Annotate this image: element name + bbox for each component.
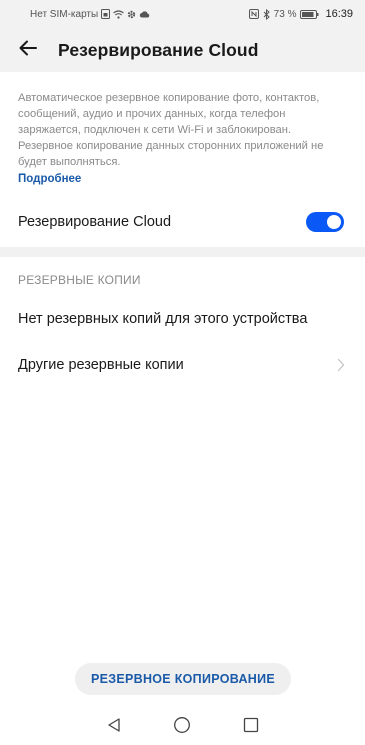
app-header: Резервирование Cloud <box>0 28 365 72</box>
carrier-text: Нет SIM-карты <box>30 8 99 20</box>
clock: 16:39 <box>325 8 353 20</box>
nav-recents-button[interactable] <box>236 713 266 743</box>
cloud-icon <box>139 10 150 18</box>
status-left: Нет SIM-карты <box>30 9 150 20</box>
bluetooth-icon <box>263 8 270 20</box>
section-divider <box>0 247 365 257</box>
wifi-icon <box>113 9 125 19</box>
cloud-backup-row[interactable]: Резервирование Cloud <box>0 200 365 244</box>
chevron-right-icon <box>337 358 345 372</box>
description-block: Автоматическое резервное копирование фот… <box>18 90 348 187</box>
cloud-backup-switch[interactable] <box>306 212 344 232</box>
nav-home-button[interactable] <box>167 713 197 743</box>
sim-card-icon <box>101 9 111 19</box>
system-nav-bar <box>0 710 365 745</box>
battery-icon <box>300 9 319 19</box>
backup-now-button[interactable]: РЕЗЕРВНОЕ КОПИРОВАНИЕ <box>75 663 291 695</box>
settings-icon <box>127 10 136 19</box>
status-bar: Нет SIM-карты 73 % 16:39 <box>0 0 365 28</box>
back-button[interactable] <box>6 28 50 72</box>
circle-home-icon <box>173 716 191 739</box>
more-info-link[interactable]: Подробнее <box>18 171 348 187</box>
triangle-back-icon <box>106 717 122 738</box>
battery-percent: 73 % <box>273 8 297 20</box>
nav-back-button[interactable] <box>99 713 129 743</box>
square-recents-icon <box>243 717 259 738</box>
no-backups-text: Нет резервных копий для этого устройства <box>18 311 308 327</box>
nfc-icon <box>248 9 259 19</box>
no-backups-row: Нет резервных копий для этого устройства <box>0 297 365 341</box>
switch-knob <box>327 215 341 229</box>
cloud-backup-label: Резервирование Cloud <box>18 214 172 230</box>
status-right: 73 % 16:39 <box>248 8 353 20</box>
arrow-left-icon <box>17 37 39 64</box>
backups-section-header: РЕЗЕРВНЫЕ КОПИИ <box>18 273 141 287</box>
page-title: Резервирование Cloud <box>58 39 259 60</box>
description-text: Автоматическое резервное копирование фот… <box>18 92 324 168</box>
other-backups-row[interactable]: Другие резервные копии <box>0 343 365 387</box>
other-backups-label: Другие резервные копии <box>18 357 184 373</box>
